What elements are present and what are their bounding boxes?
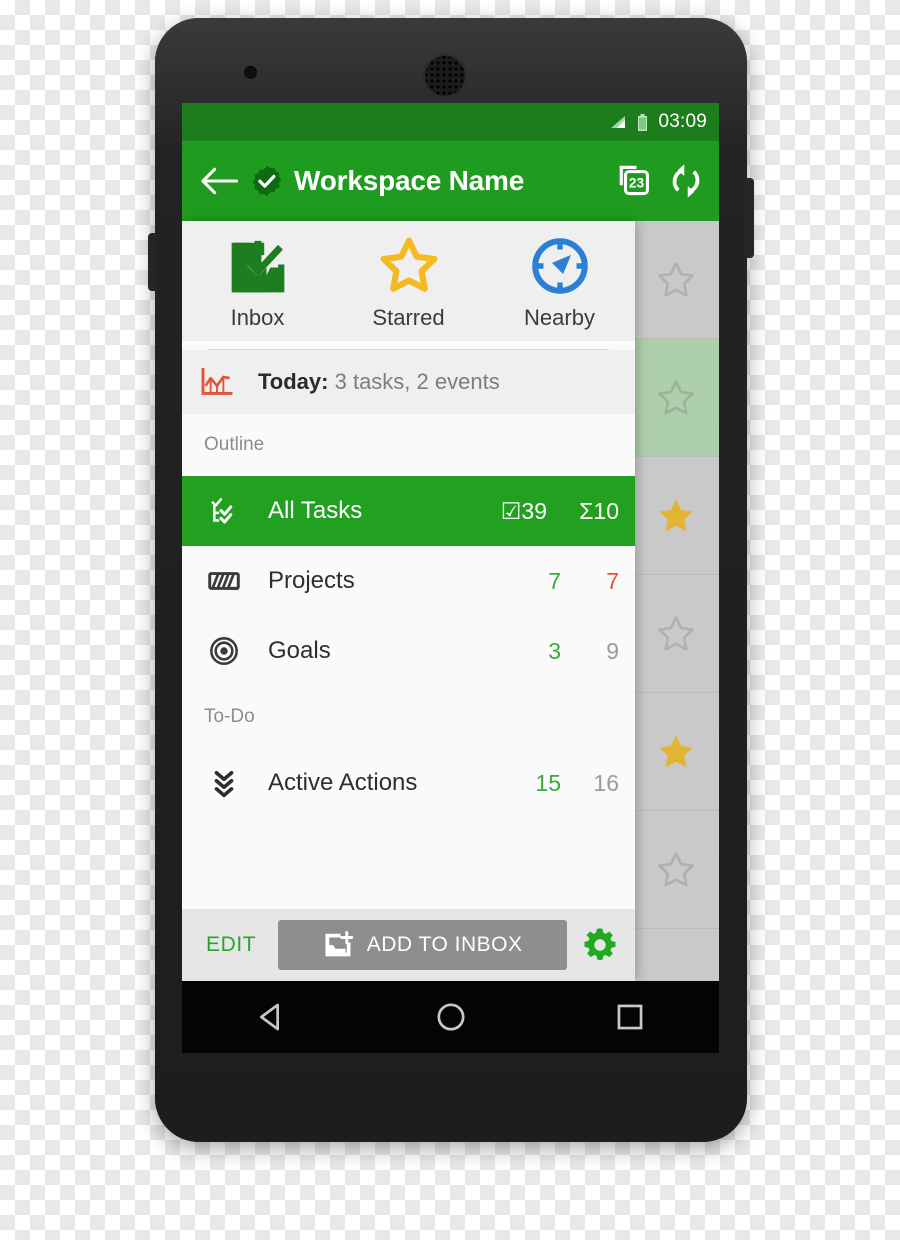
quick-item-label: Inbox <box>230 305 285 330</box>
calendar-23-icon[interactable]: 23 <box>615 162 653 200</box>
add-to-inbox-button[interactable]: ADD TO INBOX <box>278 920 567 970</box>
edit-button[interactable]: EDIT <box>198 927 264 963</box>
star-filled-icon[interactable] <box>655 731 697 773</box>
section-header-todo: To-Do <box>182 686 635 748</box>
nav-label: Active Actions <box>268 769 418 796</box>
star-outline-icon[interactable] <box>655 613 697 655</box>
line-chart-icon <box>201 368 233 395</box>
star-outline-icon[interactable] <box>655 849 697 891</box>
inbox-download-icon <box>231 240 284 293</box>
add-note-icon <box>325 931 353 957</box>
star-outline-icon[interactable] <box>655 259 697 301</box>
section-header-outline: Outline <box>182 414 635 476</box>
nav-count-secondary: 16 <box>593 769 619 796</box>
triple-chevron-down-icon <box>202 763 246 803</box>
nav-count-primary: 3 <box>548 637 561 664</box>
star-icon <box>380 237 437 292</box>
nav-row-all-tasks[interactable]: All Tasks ☑39 Σ10 <box>182 476 635 546</box>
nav-label: Goals <box>268 637 331 664</box>
cellular-signal-icon <box>611 116 626 128</box>
quick-access-row: Inbox Starred Nearby <box>182 221 635 341</box>
star-outline-icon[interactable] <box>655 377 697 419</box>
nav-row-goals[interactable]: Goals 3 9 <box>182 616 635 686</box>
phone-device: …ay …ay …ay …ay …e …ay <box>148 18 754 1142</box>
power-button[interactable] <box>745 178 754 258</box>
quick-item-label: Nearby <box>524 305 595 330</box>
quick-item-starred[interactable]: Starred <box>333 235 484 331</box>
status-bar: 03:09 <box>182 103 719 141</box>
quick-item-inbox[interactable]: Inbox <box>182 235 333 331</box>
nav-count-secondary: 9 <box>606 637 619 664</box>
drawer-spacer <box>182 818 635 909</box>
nav-count-primary: 15 <box>535 769 561 796</box>
add-to-inbox-label: ADD TO INBOX <box>366 933 523 956</box>
sync-icon[interactable] <box>667 162 705 200</box>
phone-screen: …ay …ay …ay …ay …e …ay <box>182 103 719 981</box>
nav-row-projects[interactable]: Projects 7 7 <box>182 546 635 616</box>
earpiece-speaker <box>423 54 467 98</box>
nav-label: All Tasks <box>268 497 363 524</box>
volume-button[interactable] <box>148 233 157 291</box>
nav-back-triangle-icon[interactable] <box>255 1000 289 1034</box>
page-title: Workspace Name <box>294 165 525 196</box>
quick-item-nearby[interactable]: Nearby <box>484 235 635 331</box>
nav-count-secondary: 7 <box>606 567 619 594</box>
action-bar: Workspace Name 23 <box>182 141 719 221</box>
nav-count-secondary: Σ10 <box>579 497 619 524</box>
gear-icon[interactable] <box>581 926 619 964</box>
compass-icon <box>531 238 588 294</box>
verified-badge-icon[interactable] <box>250 164 284 198</box>
nav-count-primary: 7 <box>548 567 561 594</box>
drawer-bottom-bar: EDIT ADD TO INBOX <box>182 909 635 981</box>
today-summary-row[interactable]: Today: 3 tasks, 2 events <box>182 350 635 414</box>
quick-item-label: Starred <box>372 305 445 330</box>
navigation-drawer: Inbox Starred Nearby Today: 3 tasks, 2 e… <box>182 221 635 981</box>
svg-text:23: 23 <box>629 176 645 191</box>
nav-home-circle-icon[interactable] <box>434 1000 468 1034</box>
star-filled-icon[interactable] <box>655 495 697 537</box>
today-summary: 3 tasks, 2 events <box>334 369 500 394</box>
nav-count-primary: ☑39 <box>500 497 547 524</box>
today-text: Today: 3 tasks, 2 events <box>258 369 500 395</box>
task-tree-icon <box>202 491 246 531</box>
battery-icon <box>638 113 648 131</box>
today-label: Today: <box>258 369 329 394</box>
back-arrow-icon[interactable] <box>200 166 238 196</box>
clock: 03:09 <box>658 111 707 132</box>
target-icon <box>202 631 246 671</box>
front-camera <box>244 66 257 79</box>
nav-label: Projects <box>268 567 355 594</box>
gantt-bar-icon <box>202 561 246 601</box>
nav-row-active-actions[interactable]: Active Actions 15 16 <box>182 748 635 818</box>
nav-recents-square-icon[interactable] <box>613 1000 647 1034</box>
android-nav-bar <box>182 981 719 1053</box>
